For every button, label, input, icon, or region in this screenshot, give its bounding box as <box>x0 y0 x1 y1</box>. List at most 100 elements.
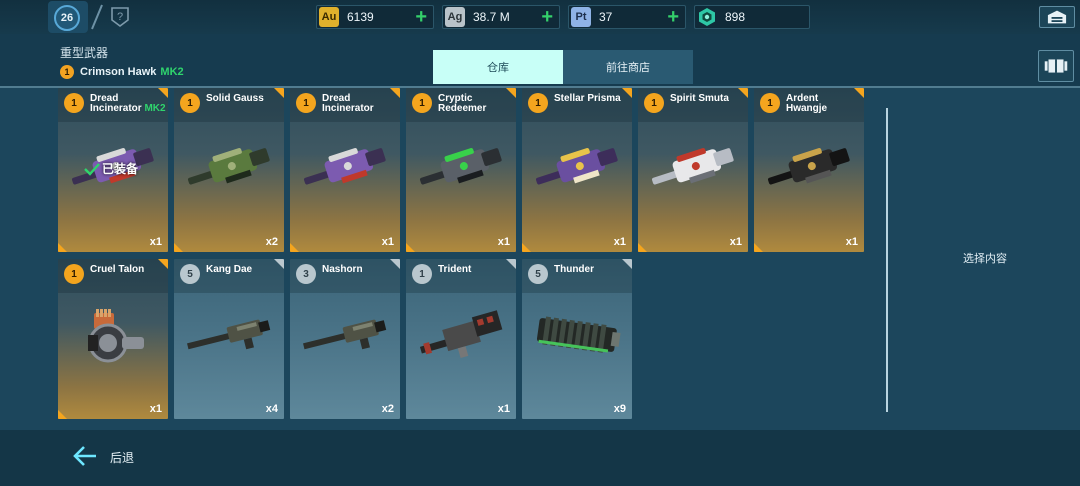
weapon-name-block: Thunder <box>554 265 630 275</box>
weapon-name: Dread Incinerator <box>90 93 142 114</box>
weapon-name: Cruel Talon <box>90 264 145 275</box>
tab-go-to-shop[interactable]: 前往商店 <box>563 50 693 84</box>
green-rail-cannon-icon <box>188 148 270 185</box>
equipped-label: 已装备 <box>102 162 139 176</box>
currency-gold: Au 6139 + <box>316 5 434 29</box>
detail-panel-hint: 选择内容 <box>963 253 1007 265</box>
weapon-level-badge: 5 <box>528 264 548 284</box>
inventory-area: 1 Dread Incinerator MK2 已装备 x1 1 Solid G… <box>0 88 1080 430</box>
rarity-corner-bottom <box>638 243 647 252</box>
scrollbar[interactable] <box>886 108 888 412</box>
tab-warehouse[interactable]: 仓库 <box>433 50 563 84</box>
weapon-name-block: Dread Incinerator <box>322 94 398 114</box>
weapon-name: Spirit Smuta <box>670 93 729 104</box>
weapon-name-block: Kang Dae <box>206 265 282 275</box>
purple-heavy-gun-icon <box>304 148 386 185</box>
weapon-name: Ardent Hwangje <box>786 93 828 114</box>
weapon-name-block: Trident <box>438 265 514 275</box>
weapon-name: Kang Dae <box>206 264 253 275</box>
weapon-name: Trident <box>438 264 472 275</box>
weapon-quantity: x1 <box>149 403 162 415</box>
weapon-card[interactable]: 1 Dread Incinerator x1 <box>290 88 400 252</box>
equipped-weapon-name: Crimson Hawk <box>80 66 157 78</box>
equipped-level-badge: 1 <box>60 65 74 79</box>
back-arrow-icon[interactable] <box>72 443 98 469</box>
weapon-quantity: x4 <box>265 403 278 415</box>
top-bar: 26 ? Au 6139 + Ag 38.7 M + Pt 37 + 898 <box>0 0 1080 34</box>
long-barrel-gun-icon <box>187 319 271 350</box>
currency-platinum: Pt 37 + <box>568 5 686 29</box>
weapon-card[interactable]: 3 Nashorn x2 <box>290 259 400 419</box>
hex-gem-icon <box>699 8 715 26</box>
player-level-badge[interactable]: 26 <box>48 1 88 33</box>
ribbed-heavy-cannon-icon <box>536 316 621 353</box>
weapon-card[interactable]: 1 Dread Incinerator MK2 已装备 x1 <box>58 88 168 252</box>
currency-silver: Ag 38.7 M + <box>442 5 560 29</box>
weapon-quantity: x1 <box>613 236 626 248</box>
back-button[interactable]: 后退 <box>110 449 134 466</box>
weapon-level-badge: 1 <box>64 93 84 113</box>
weapon-name: Dread Incinerator <box>322 93 374 114</box>
separator-icon <box>91 4 103 30</box>
weapon-card[interactable]: 1 Solid Gauss x2 <box>174 88 284 252</box>
weapon-level-badge: 1 <box>412 264 432 284</box>
footer-bar: 后退 <box>0 430 1080 486</box>
weapon-quantity: x2 <box>381 403 394 415</box>
weapon-card[interactable]: 1 Cruel Talon x1 <box>58 259 168 419</box>
weapon-quantity: x1 <box>497 236 510 248</box>
rarity-corner-bottom <box>754 243 763 252</box>
svg-text:?: ? <box>117 11 123 23</box>
equipped-tag: 已装备 <box>84 160 138 177</box>
weapon-level-badge: 1 <box>760 93 780 113</box>
question-shield-icon[interactable]: ? <box>110 6 130 28</box>
boxy-red-gun-icon <box>419 310 503 359</box>
weapon-quantity: x1 <box>381 236 394 248</box>
weapon-quantity: x1 <box>845 236 858 248</box>
weapon-level-badge: 1 <box>64 264 84 284</box>
rarity-corner-bottom <box>522 243 531 252</box>
weapon-quantity: x1 <box>729 236 742 248</box>
weapon-level-badge: 1 <box>180 93 200 113</box>
weapon-card[interactable]: 1 Trident x1 <box>406 259 516 419</box>
weapon-card[interactable]: 5 Thunder x9 <box>522 259 632 419</box>
garage-icon[interactable] <box>1039 6 1075 28</box>
weapon-card[interactable]: 1 Spirit Smuta x1 <box>638 88 748 252</box>
weapon-name: Nashorn <box>322 264 363 275</box>
weapon-level-badge: 1 <box>644 93 664 113</box>
gold-purple-lance-icon <box>536 148 618 185</box>
green-plasma-gun-icon <box>420 148 502 185</box>
weapon-quantity: x1 <box>497 403 510 415</box>
weapon-name-block: Nashorn <box>322 265 398 275</box>
weapon-card[interactable]: 5 Kang Dae x4 <box>174 259 284 419</box>
silver-badge-icon: Ag <box>445 7 465 27</box>
currency-gem: 898 <box>694 5 810 29</box>
weapon-name-block: Cruel Talon <box>90 265 166 275</box>
weapon-card[interactable]: 1 Stellar Prisma x1 <box>522 88 632 252</box>
equipped-weapon-mark: MK2 <box>160 66 184 78</box>
rarity-corner-bottom <box>58 410 67 419</box>
rarity-corner-bottom <box>290 243 299 252</box>
weapon-name-block: Spirit Smuta <box>670 94 746 104</box>
gold-amount: 6139 <box>347 10 374 24</box>
weapon-level-badge: 1 <box>528 93 548 113</box>
weapon-name-block: Stellar Prisma <box>554 94 630 104</box>
rarity-corner-bottom <box>58 243 67 252</box>
weapon-name: Cryptic Redeemer <box>438 93 487 114</box>
add-gold-button[interactable]: + <box>415 7 427 27</box>
platinum-badge-icon: Pt <box>571 7 591 27</box>
weapon-name: Stellar Prisma <box>554 93 621 104</box>
silver-amount: 38.7 M <box>473 10 510 24</box>
weapon-level-badge: 3 <box>296 264 316 284</box>
gold-badge-icon: Au <box>319 7 339 27</box>
equipped-weapon-summary: 1 Crimson Hawk MK2 <box>60 65 184 79</box>
add-silver-button[interactable]: + <box>541 7 553 27</box>
add-platinum-button[interactable]: + <box>667 7 679 27</box>
weapon-quantity: x9 <box>613 403 626 415</box>
weapon-level-badge: 5 <box>180 264 200 284</box>
weapon-card[interactable]: 1 Ardent Hwangje x1 <box>754 88 864 252</box>
weapon-card[interactable]: 1 Cryptic Redeemer x1 <box>406 88 516 252</box>
weapon-name-block: Dread Incinerator MK2 <box>90 94 166 114</box>
compare-icon[interactable] <box>1038 50 1074 82</box>
platinum-amount: 37 <box>599 10 613 24</box>
page-header: 重型武器 1 Crimson Hawk MK2 仓库 前往商店 <box>0 34 1080 88</box>
